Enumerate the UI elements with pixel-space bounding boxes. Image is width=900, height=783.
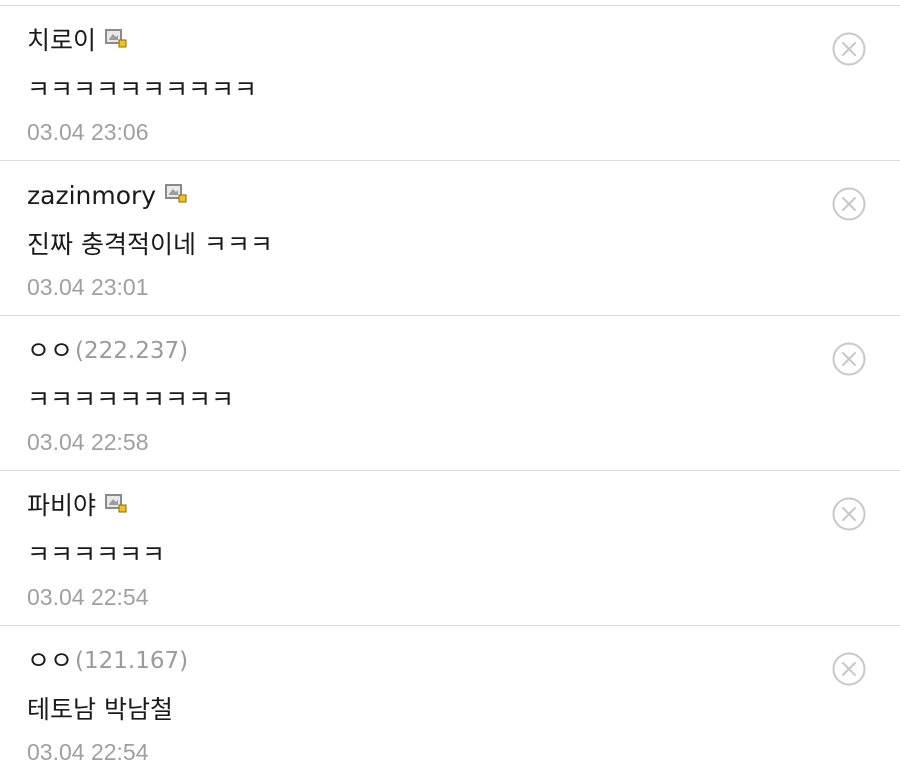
comment-author[interactable]: zazinmory xyxy=(27,179,156,213)
delete-comment-button[interactable] xyxy=(831,651,867,687)
comment-timestamp: 03.04 22:54 xyxy=(27,739,149,765)
comment-item: ㅇㅇ (222.237) ㅋㅋㅋㅋㅋㅋㅋㅋㅋ 03.04 22:58 xyxy=(0,316,900,471)
comment-author[interactable]: 파비야 xyxy=(27,489,96,523)
delete-comment-button[interactable] xyxy=(831,496,867,532)
comment-text: ㅋㅋㅋㅋㅋㅋㅋㅋㅋㅋ xyxy=(27,75,258,104)
comment-text: 테토남 박남철 xyxy=(27,695,173,724)
comment-author-line: zazinmory xyxy=(27,179,872,213)
member-badge-icon xyxy=(105,29,127,48)
comment-timestamp: 03.04 23:01 xyxy=(27,274,149,300)
comment-author-line: ㅇㅇ (222.237) xyxy=(27,334,872,368)
comment-author[interactable]: 치로이 xyxy=(27,24,96,58)
comment-author-line: ㅇㅇ (121.167) xyxy=(27,644,872,678)
delete-comment-button[interactable] xyxy=(831,341,867,377)
comment-item: zazinmory 진짜 충격적이네 ㅋㅋㅋ 03.04 23:01 xyxy=(0,161,900,316)
delete-comment-button[interactable] xyxy=(831,31,867,67)
comment-timestamp: 03.04 22:58 xyxy=(27,429,149,455)
comment-timestamp: 03.04 22:54 xyxy=(27,584,149,610)
comment-author[interactable]: ㅇㅇ xyxy=(27,644,73,678)
delete-comment-button[interactable] xyxy=(831,186,867,222)
comment-author[interactable]: ㅇㅇ xyxy=(27,334,73,368)
comment-text: ㅋㅋㅋㅋㅋㅋ xyxy=(27,540,166,569)
comment-author-line: 파비야 xyxy=(27,489,872,523)
comment-author-ip: (121.167) xyxy=(75,648,189,674)
member-badge-icon xyxy=(105,494,127,513)
comment-text: ㅋㅋㅋㅋㅋㅋㅋㅋㅋ xyxy=(27,385,235,414)
comment-list: 치로이 ㅋㅋㅋㅋㅋㅋㅋㅋㅋㅋ 03.04 23:06 zazinmory 진짜 … xyxy=(0,6,900,781)
comment-text: 진짜 충격적이네 ㅋㅋㅋ xyxy=(27,230,273,259)
comment-item: 파비야 ㅋㅋㅋㅋㅋㅋ 03.04 22:54 xyxy=(0,471,900,626)
comment-author-line: 치로이 xyxy=(27,24,872,58)
comment-author-ip: (222.237) xyxy=(75,338,189,364)
comment-timestamp: 03.04 23:06 xyxy=(27,119,149,145)
comment-item: 치로이 ㅋㅋㅋㅋㅋㅋㅋㅋㅋㅋ 03.04 23:06 xyxy=(0,6,900,161)
member-badge-icon xyxy=(165,184,187,203)
comment-item: ㅇㅇ (121.167) 테토남 박남철 03.04 22:54 xyxy=(0,626,900,781)
